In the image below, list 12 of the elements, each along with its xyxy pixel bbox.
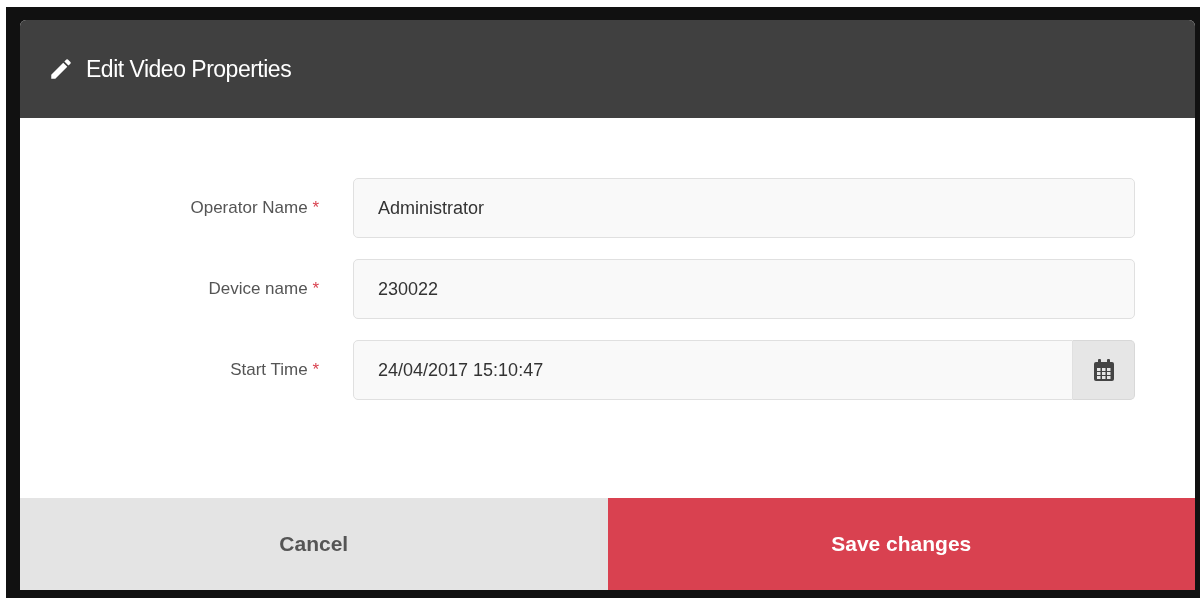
save-button[interactable]: Save changes <box>607 498 1195 590</box>
date-field[interactable]: 24/04/2017 15:10:47 <box>353 340 1073 400</box>
field-label: Device name * <box>207 279 320 299</box>
input-field[interactable]: Administrator <box>353 178 1135 238</box>
cancel-button[interactable]: Cancel <box>20 498 608 590</box>
calendar-icon[interactable] <box>1093 359 1114 381</box>
calendar-button[interactable] <box>1073 340 1135 400</box>
input-field[interactable]: 230022 <box>353 259 1135 319</box>
field-label: Operator Name * <box>189 198 320 218</box>
field-label: Start Time * <box>229 360 320 380</box>
dialog-title: Edit Video Properties <box>86 55 292 83</box>
pencil-icon <box>48 56 74 82</box>
